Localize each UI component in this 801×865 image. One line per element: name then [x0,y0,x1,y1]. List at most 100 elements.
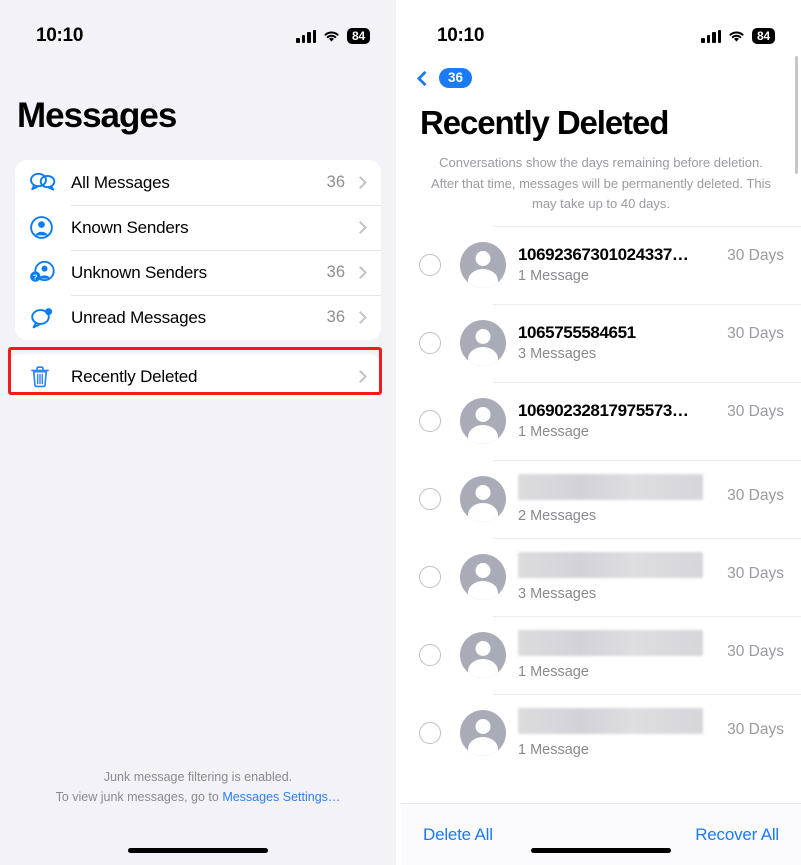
days-remaining: 30 Days [727,325,784,343]
select-checkbox[interactable] [419,331,441,354]
select-checkbox[interactable] [419,409,441,432]
status-bar-time: 10:10 [36,25,84,46]
select-checkbox[interactable] [419,721,441,744]
page-title-messages: Messages [17,96,177,135]
message-count: 3 Messages [518,346,597,363]
home-indicator-right [531,848,671,853]
status-bar-time: 10:10 [437,25,485,46]
sidebar-item-recently-deleted[interactable]: Recently Deleted [8,354,381,399]
select-checkbox[interactable] [419,487,441,510]
wifi-icon [729,30,744,42]
recently-deleted-card-wrap: Recently Deleted [8,347,382,399]
chevron-left-icon[interactable] [416,70,433,86]
list-item-body: 10690232817975573… 30 Days 1 Message [518,401,801,440]
sidebar-item-label: Unread Messages [71,307,206,327]
footer-line-2: To view junk messages, go to Messages Se… [0,788,396,807]
sidebar-item-known-senders[interactable]: Known Senders [15,205,381,250]
bottom-toolbar: Delete All Recover All [401,803,801,865]
cellular-bars-icon [296,29,317,43]
dual-screenshot-container: 10:10 84 Messages All Messages 36 Known … [0,0,801,865]
list-item[interactable]: 30 Days 2 Messages [401,459,801,538]
list-item-body: 30 Days 2 Messages [518,473,801,524]
status-bar-left: 10:10 84 [0,0,396,58]
footer-line-1: Junk message filtering is enabled. [103,770,293,785]
two-chat-bubbles-icon [29,172,71,193]
list-item-top-line: 30 Days [518,629,801,661]
select-checkbox[interactable] [419,253,441,276]
list-item[interactable]: 30 Days 1 Message [401,693,801,772]
chevron-right-icon [354,311,367,324]
trash-icon [29,365,71,389]
conversation-name: 1065755584651 [518,323,636,343]
sidebar-item-unknown-senders[interactable]: ? Unknown Senders 36 [15,250,381,295]
avatar [460,397,506,444]
sidebar-item-label: Known Senders [71,217,189,237]
days-remaining: 30 Days [727,247,784,265]
list-item[interactable]: 1065755584651 30 Days 3 Messages [401,303,801,382]
chat-bubble-dot-icon [29,307,71,329]
footer-line-2-prefix: To view junk messages, go to [55,789,223,804]
message-count: 1 Message [518,268,589,285]
list-item-top-line: 10690232817975573… 30 Days [518,401,801,421]
sidebar-item-count: 36 [326,263,345,281]
message-count: 1 Message [518,663,589,680]
deleted-conversations-list: 10692367301024337… 30 Days 1 Message 106… [401,225,801,803]
avatar [460,631,506,678]
messages-list-screen: 10:10 84 Messages All Messages 36 Known … [0,0,396,865]
chevron-right-icon [354,176,367,189]
sidebar-item-unread-messages[interactable]: Unread Messages 36 [15,295,381,340]
page-title-recently-deleted: Recently Deleted [420,104,669,141]
conversation-name: 10692367301024337… [518,245,689,265]
sidebar-item-all-messages[interactable]: All Messages 36 [15,160,381,205]
svg-text:?: ? [33,272,38,281]
message-count: 1 Message [518,741,589,758]
select-checkbox[interactable] [419,643,441,666]
list-item[interactable]: 10692367301024337… 30 Days 1 Message [401,225,801,304]
avatar [460,241,506,288]
avatar [460,553,506,600]
person-question-icon: ? [29,260,71,285]
list-item-top-line: 1065755584651 30 Days [518,323,801,343]
recover-all-button[interactable]: Recover All [695,825,779,845]
scrollbar-indicator[interactable] [795,56,798,174]
recently-deleted-card: Recently Deleted [8,354,381,399]
status-bar-right: 10:10 84 [401,0,801,58]
chevron-right-icon [354,370,367,383]
chevron-right-icon [354,221,367,234]
wifi-icon [324,30,339,42]
days-remaining: 30 Days [727,486,784,504]
list-item-body: 30 Days 3 Messages [518,551,801,602]
list-item[interactable]: 10690232817975573… 30 Days 1 Message [401,381,801,460]
chevron-right-icon [354,266,367,279]
avatar [460,709,506,756]
list-item[interactable]: 30 Days 3 Messages [401,537,801,616]
battery-percent-badge: 84 [347,28,370,44]
back-count-badge[interactable]: 36 [439,67,473,89]
person-circle-icon [29,215,71,240]
list-item-body: 30 Days 1 Message [518,629,801,680]
battery-percent-badge: 84 [752,28,775,44]
list-item-top-line: 30 Days [518,473,801,505]
days-remaining: 30 Days [727,403,784,421]
conversation-name-redacted [518,551,703,578]
list-item-top-line: 30 Days [518,551,801,583]
sidebar-item-label: All Messages [71,172,170,192]
status-bar-indicators: 84 [296,28,370,44]
junk-filter-footer: Junk message filtering is enabled. To vi… [0,768,396,807]
conversation-name-redacted [518,707,703,734]
home-indicator-left [128,848,268,853]
message-filters-card: All Messages 36 Known Senders ? Unknown … [15,160,381,340]
list-item-top-line: 30 Days [518,707,801,739]
sidebar-item-count: 36 [326,308,345,326]
messages-settings-link[interactable]: Messages Settings… [222,790,340,804]
delete-all-button[interactable]: Delete All [423,825,493,845]
back-navigation[interactable]: 36 [401,58,801,92]
message-count: 3 Messages [518,585,597,602]
deletion-policy-description: Conversations show the days remaining be… [430,155,772,212]
list-item[interactable]: 30 Days 1 Message [401,615,801,694]
conversation-name-redacted [518,473,703,500]
list-item-body: 1065755584651 30 Days 3 Messages [518,323,801,362]
select-checkbox[interactable] [419,565,441,588]
conversation-name: 10690232817975573… [518,401,689,421]
days-remaining: 30 Days [727,564,784,582]
